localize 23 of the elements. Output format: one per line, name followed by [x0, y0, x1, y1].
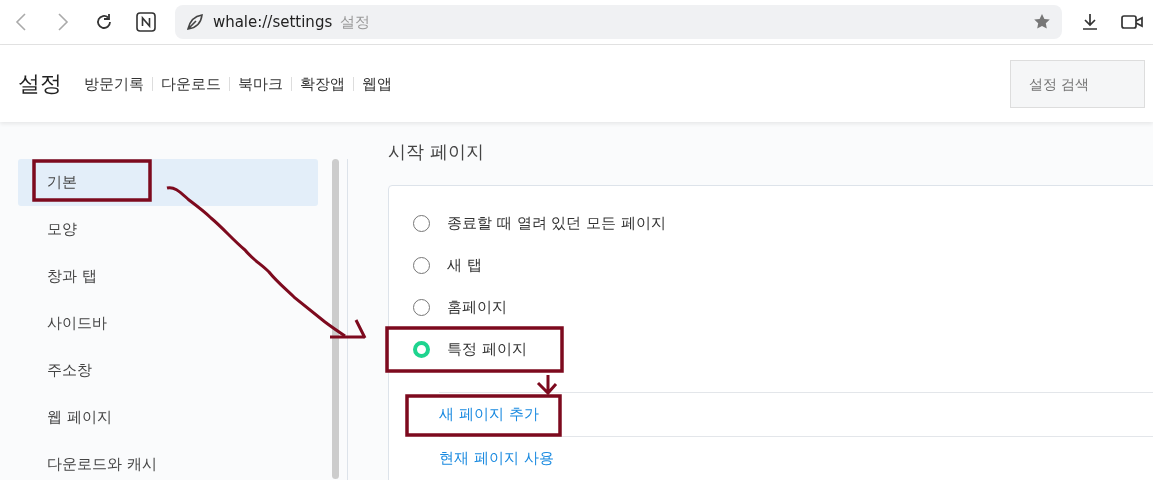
- section-title: 시작 페이지: [388, 140, 485, 164]
- option-label[interactable]: 새 탭: [447, 253, 482, 277]
- nav-link[interactable]: 다운로드: [152, 76, 229, 91]
- sidebar-item[interactable]: 사이드바: [18, 300, 318, 347]
- action-link[interactable]: 현재 페이지 사용: [439, 447, 554, 470]
- sidebar-item[interactable]: 웹 페이지: [18, 394, 318, 441]
- option-label[interactable]: 종료할 때 열려 있던 모든 페이지: [447, 211, 666, 235]
- address-text[interactable]: whale://settings: [212, 10, 333, 34]
- sidebar-item[interactable]: 기본: [18, 159, 318, 206]
- nav-link[interactable]: 북마크: [229, 76, 291, 91]
- option-label[interactable]: 특정 페이지: [447, 337, 527, 361]
- search-field[interactable]: 설정 검색: [1010, 59, 1145, 108]
- option-label[interactable]: 홈페이지: [447, 295, 507, 319]
- page-title: 설정: [340, 11, 371, 33]
- sidebar-item[interactable]: 주소창: [18, 347, 318, 394]
- nav-link[interactable]: 방문기록: [84, 76, 152, 91]
- sidebar-item[interactable]: 모양: [18, 206, 318, 253]
- nav-link[interactable]: 웹앱: [353, 76, 400, 91]
- page-heading: 설정: [18, 70, 62, 98]
- nav-link[interactable]: 확장앱: [291, 76, 353, 91]
- action-link[interactable]: 새 페이지 추가: [439, 403, 539, 426]
- sidebar-item[interactable]: 다운로드와 캐시: [18, 441, 318, 480]
- sidebar-item[interactable]: 창과 탭: [18, 253, 318, 300]
